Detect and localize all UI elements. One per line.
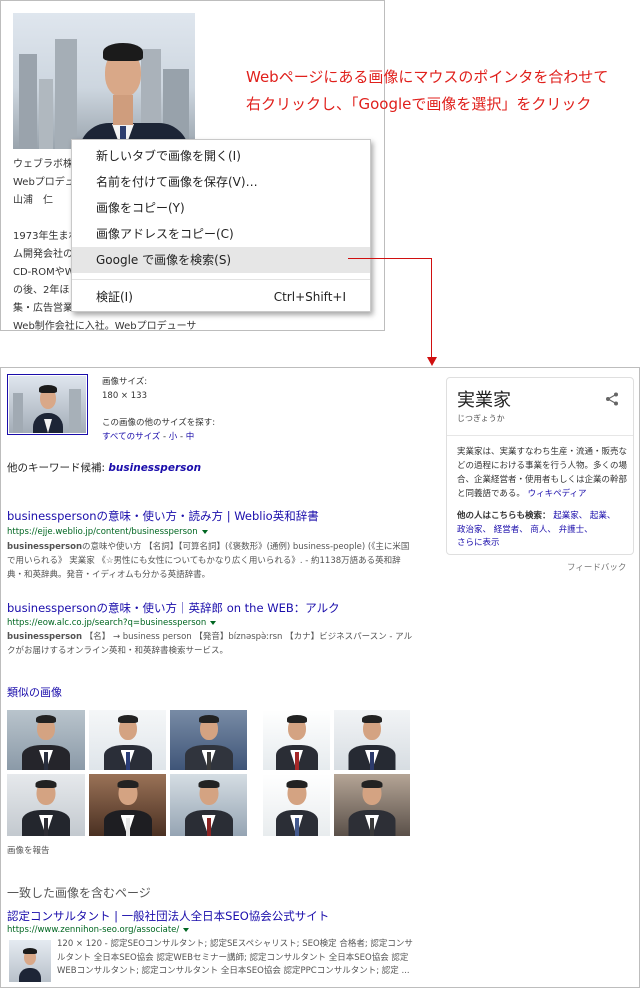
- keyword-link[interactable]: businessperson: [108, 462, 201, 474]
- menu-separator: [72, 279, 370, 280]
- menu-open-image-new-tab[interactable]: 新しいタブで画像を開く(I): [72, 143, 370, 169]
- menu-save-image-as[interactable]: 名前を付けて画像を保存(V)…: [72, 169, 370, 195]
- menu-inspect[interactable]: 検証(I) Ctrl+Shift+I: [72, 284, 370, 310]
- all-sizes-link[interactable]: すべてのサイズ: [102, 432, 160, 442]
- result-url: https://eow.alc.co.jp/search?q=businessp…: [7, 618, 217, 628]
- search-results-page: 画像サイズ: 180 × 133 この画像の他のサイズを探す: すべてのサイズ …: [0, 367, 640, 988]
- medium-size-link[interactable]: 中: [186, 432, 195, 442]
- menu-copy-image-address[interactable]: 画像アドレスをコピー(C): [72, 221, 370, 247]
- keyword-suggestion: 他のキーワード候補: businessperson: [7, 460, 201, 475]
- share-icon[interactable]: [605, 392, 619, 406]
- result-url-text: https://www.zennihon-seo.org/associate/: [7, 925, 180, 935]
- kp-reading: じつぎょうか: [457, 414, 505, 423]
- similar-image[interactable]: [7, 710, 85, 770]
- similar-image[interactable]: [334, 710, 410, 770]
- article-line: Web制作会社に入社。Webプロデューサ: [13, 321, 197, 331]
- result-snippet: businesspersonの意味や使い方 【名詞】【可算名詞】(《褒数形》(通…: [7, 540, 417, 582]
- kp-title: 実業家: [457, 390, 511, 411]
- menu-search-google-image[interactable]: Google で画像を検索(S): [72, 247, 370, 273]
- other-sizes-label: この画像の他のサイズを探す:: [102, 418, 216, 428]
- kp-see-also-links[interactable]: 起業家、 起業、: [553, 511, 615, 521]
- image-size-value: 180 × 133: [102, 391, 147, 401]
- similar-image[interactable]: [89, 774, 166, 836]
- similar-image[interactable]: [334, 774, 410, 836]
- article-page: ウェブラボ株 Webプロデュ 山浦 仁 1973年生まれ ム開発会社の CD-R…: [0, 0, 385, 331]
- similar-images-heading[interactable]: 類似の画像: [7, 684, 62, 700]
- result-title-weblio[interactable]: businesspersonの意味・使い方・読み方 | Weblio英和辞書: [7, 508, 319, 524]
- caret-down-icon[interactable]: [210, 620, 217, 625]
- query-image-thumbnail[interactable]: [7, 374, 88, 435]
- show-more-link[interactable]: さらに表示: [457, 538, 500, 548]
- result-title-alc[interactable]: businesspersonの意味・使い方｜英辞郎 on the WEB：アルク: [7, 600, 340, 616]
- sep: -: [160, 432, 169, 442]
- image-size-label: 画像サイズ:: [102, 377, 148, 387]
- context-menu: 新しいタブで画像を開く(I) 名前を付けて画像を保存(V)… 画像をコピー(Y)…: [71, 139, 371, 312]
- knowledge-panel: 実業家 じつぎょうか 実業家は、実業すなわち生産・流通・販売などの過程における事…: [446, 377, 634, 555]
- profile-photo[interactable]: [13, 13, 195, 149]
- report-images-link[interactable]: 画像を報告: [7, 844, 50, 856]
- menu-item-label: 画像アドレスをコピー(C): [96, 227, 234, 241]
- caret-down-icon[interactable]: [183, 927, 190, 932]
- result-snippet: businessperson 【名】 → business person 【発音…: [7, 630, 417, 658]
- keyword-label: 他のキーワード候補:: [7, 462, 109, 474]
- similar-image[interactable]: [170, 774, 247, 836]
- result-url: https://www.zennihon-seo.org/associate/: [7, 925, 190, 935]
- annotation-line: Webページにある画像にマウスのポインタを合わせて: [246, 68, 609, 86]
- matching-pages-heading: 一致した画像を含むページ: [7, 886, 151, 900]
- similar-image[interactable]: [263, 710, 330, 770]
- menu-item-label: Google で画像を検索(S): [96, 253, 232, 267]
- caret-down-icon[interactable]: [201, 529, 208, 534]
- arrow-line: [431, 258, 432, 358]
- snippet-bold: businessperson: [7, 542, 83, 552]
- arrow-line: [348, 258, 432, 259]
- menu-item-label: 新しいタブで画像を開く(I): [96, 149, 241, 163]
- menu-copy-image[interactable]: 画像をコピー(Y): [72, 195, 370, 221]
- menu-item-label: 画像をコピー(Y): [96, 201, 185, 215]
- size-links: すべてのサイズ - 小 - 中: [102, 431, 194, 443]
- match-result-title[interactable]: 認定コンサルタント | 一般社団法人全日本SEO協会公式サイト: [7, 908, 329, 924]
- menu-shortcut: Ctrl+Shift+I: [273, 290, 346, 304]
- kp-see-also-links[interactable]: 政治家、 経営者、 商人、 弁護士、: [457, 525, 593, 535]
- wikipedia-link[interactable]: ウィキペディア: [528, 489, 587, 499]
- similar-image[interactable]: [170, 710, 247, 770]
- menu-item-label: 検証(I): [96, 290, 133, 304]
- annotation-text: Webページにある画像にマウスのポインタを合わせて 右クリックし、「Google…: [246, 64, 636, 118]
- similar-image[interactable]: [89, 710, 166, 770]
- arrow-head-icon: [427, 357, 437, 366]
- similar-image[interactable]: [263, 774, 330, 836]
- snippet-bold: businessperson: [7, 632, 83, 642]
- match-thumbnail[interactable]: [9, 940, 51, 982]
- menu-item-label: 名前を付けて画像を保存(V)…: [96, 175, 258, 189]
- kp-description: 実業家は、実業すなわち生産・流通・販売などの過程における事業を行う人物。多くの場…: [457, 445, 629, 501]
- divider: [447, 435, 633, 436]
- result-url-text: https://ejje.weblio.jp/content/businessp…: [7, 527, 198, 537]
- feedback-link[interactable]: フィードバック: [567, 561, 626, 573]
- result-url: https://ejje.weblio.jp/content/businessp…: [7, 527, 208, 537]
- kp-see-also-label: 他の人はこちらも検索：: [457, 511, 551, 521]
- similar-image[interactable]: [7, 774, 85, 836]
- annotation-line: 右クリックし、「Googleで画像を選択」をクリック: [246, 95, 592, 113]
- match-snippet: 120 × 120 - 認定SEOコンサルタント; 認定SEスペシャリスト; S…: [57, 939, 413, 976]
- sep: -: [177, 432, 186, 442]
- kp-see-also: 他の人はこちらも検索： 起業家、 起業、 政治家、 経営者、 商人、 弁護士、 …: [457, 510, 629, 551]
- result-url-text: https://eow.alc.co.jp/search?q=businessp…: [7, 618, 207, 628]
